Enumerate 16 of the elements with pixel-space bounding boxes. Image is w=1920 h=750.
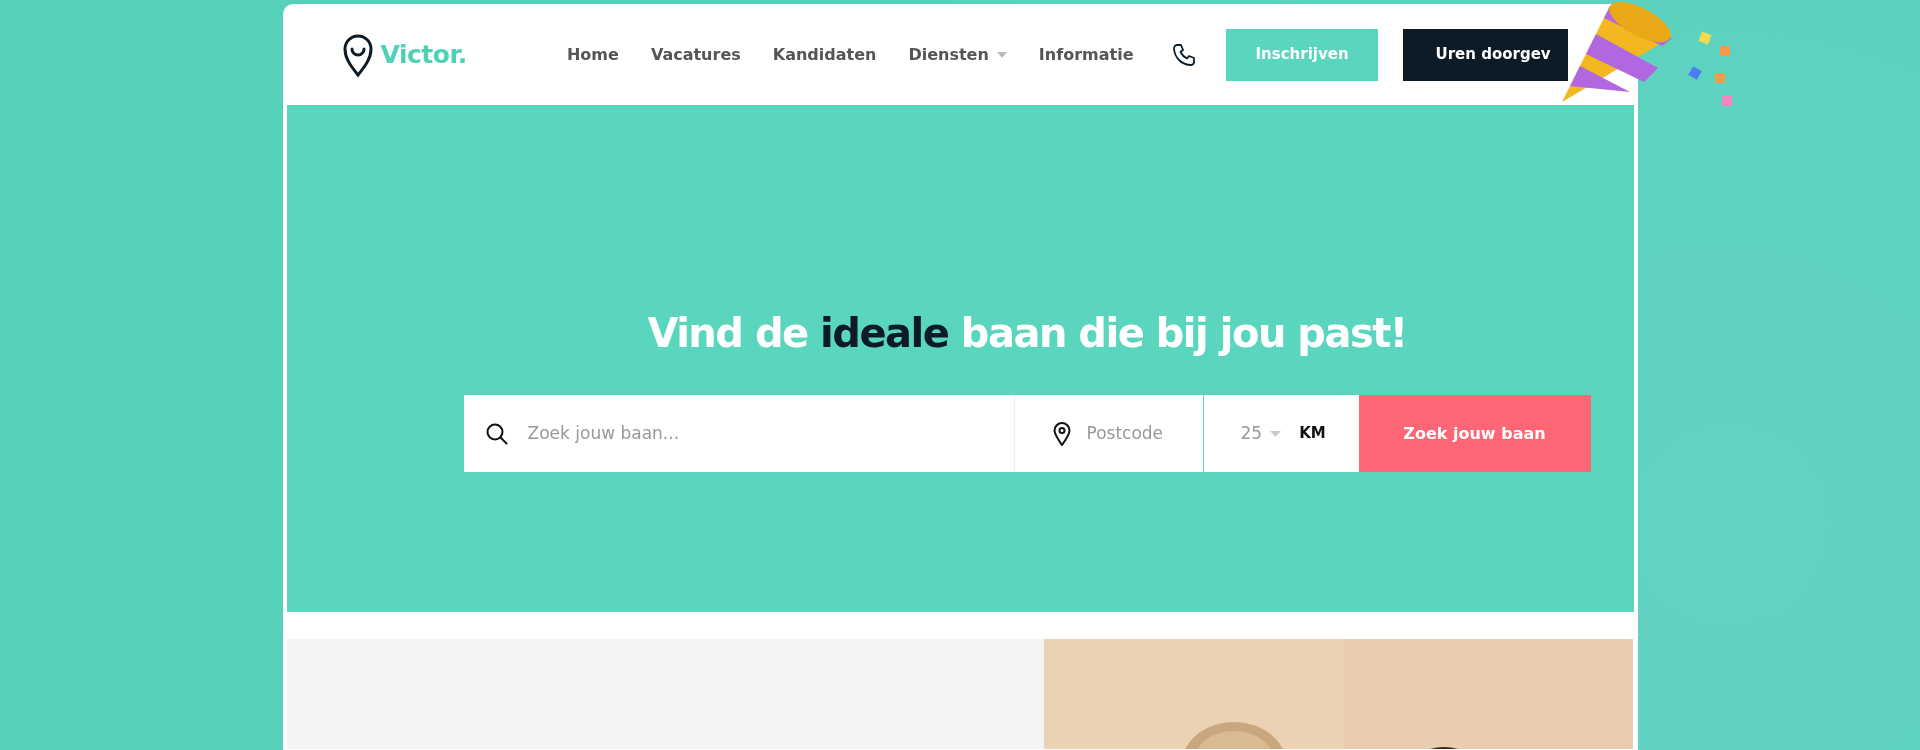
caret-icon (996, 51, 1007, 58)
search-icon (485, 422, 508, 445)
keyword-field[interactable]: Zoek jouw baan... (525, 419, 986, 448)
caret-icon (1270, 430, 1282, 437)
logo-icon (342, 32, 373, 77)
nav-link[interactable]: Informatie (1038, 42, 1134, 67)
unit-label: KM (1299, 423, 1326, 445)
nav-link[interactable]: Home (566, 42, 619, 67)
phone-icon[interactable] (1171, 42, 1196, 67)
location-pin-icon (1052, 421, 1071, 446)
hours-button[interactable]: Uren doorgev (1402, 28, 1568, 81)
hero-heading: Vind de ideale baan die bij jou past! (646, 309, 1408, 357)
nav-link[interactable]: Kandidaten (772, 42, 877, 67)
nav-link[interactable]: Diensten (908, 42, 1007, 67)
nav-link[interactable]: Vacatures (650, 42, 741, 67)
postcode-field[interactable]: Postcode (1084, 419, 1195, 448)
